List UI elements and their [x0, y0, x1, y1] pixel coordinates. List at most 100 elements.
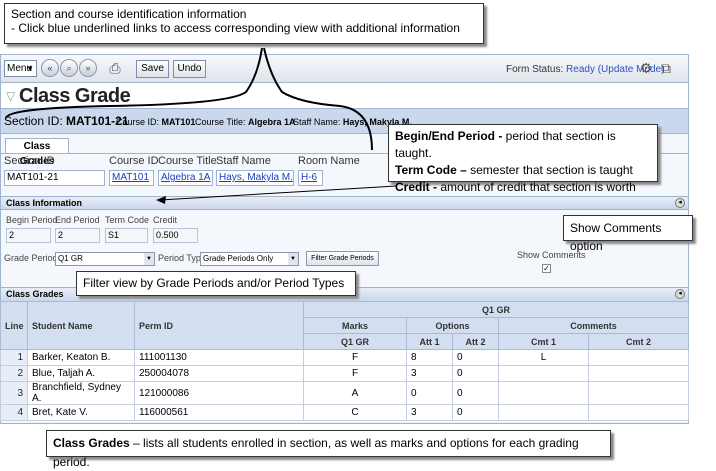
grade-periods-value: Q1 GR	[58, 254, 83, 263]
mark-cell[interactable]: C	[303, 404, 407, 421]
cmt2-cell[interactable]	[587, 365, 690, 382]
sub-att2-header[interactable]: Att 2	[452, 333, 499, 350]
collapse-icon[interactable]: ◂	[675, 198, 685, 208]
cmt1-cell[interactable]	[498, 365, 589, 382]
menu-dropdown[interactable]: Menu ▼	[4, 60, 37, 77]
tab-class-grades[interactable]: Class Grades	[5, 138, 69, 167]
att1-cell[interactable]: 3	[406, 404, 453, 421]
section-id-summary-label: Section ID:	[4, 114, 63, 128]
mark-cell[interactable]: A	[303, 381, 407, 405]
perm-id: 121000086	[134, 381, 304, 405]
class-grades-callout-label: Class Grades	[53, 436, 130, 450]
cmt2-cell[interactable]	[587, 381, 690, 405]
staff-name-link[interactable]: Hays, Makyla M.	[216, 170, 294, 186]
att2-cell[interactable]: 0	[452, 365, 499, 382]
table-row[interactable]: 1 Barker, Keaton B. 111001130 F 8 0 L	[0, 349, 690, 366]
col-perm-header[interactable]: Perm ID	[134, 301, 304, 350]
course-title-label: Course Title	[158, 155, 217, 167]
sub-cmt2-header[interactable]: Cmt 2	[587, 333, 690, 350]
term-code-label: Term Code	[105, 215, 150, 225]
course-title-summary-value: Algebra 1A	[248, 117, 296, 127]
title-row: ▽ Class Grade	[1, 84, 688, 108]
toolbar: Menu ▼ « ⌕ » ⎙ Save Undo Form Status: Re…	[1, 55, 688, 83]
col-student-header[interactable]: Student Name	[27, 301, 135, 350]
credit-label: Credit	[153, 215, 178, 225]
filter-icon[interactable]: ▽	[6, 89, 15, 103]
perm-id: 111001130	[134, 349, 304, 366]
window-icon[interactable]: ⧉	[657, 59, 675, 78]
options-header: Options	[406, 317, 499, 334]
cmt2-cell[interactable]	[587, 349, 690, 366]
table-row[interactable]: 2 Blue, Taljah A. 250004078 F 3 0	[0, 365, 690, 382]
end-period-label: End Period	[55, 215, 100, 225]
chevron-down-icon: ▼	[26, 64, 34, 73]
marks-header: Marks	[303, 317, 407, 334]
staff-name-summary-label: Staff Name:	[293, 117, 341, 127]
att1-cell[interactable]: 8	[406, 349, 453, 366]
sub-cmt1-header[interactable]: Cmt 1	[498, 333, 589, 350]
end-period-field: 2	[55, 228, 100, 243]
term-callout-text: semester that section is taught	[466, 163, 633, 177]
cmt1-cell[interactable]: L	[498, 349, 589, 366]
begin-period-field: 2	[6, 228, 51, 243]
collapse-icon[interactable]: ◂	[675, 289, 685, 299]
period-callout-label: Begin/End Period -	[395, 129, 503, 143]
att1-cell[interactable]: 0	[406, 381, 453, 405]
course-id-summary-value: MAT101	[161, 117, 196, 127]
previous-record-icon[interactable]: «	[41, 59, 59, 77]
table-row[interactable]: 3 Branchfield, Sydney A. 121000086 A 0 0	[0, 381, 690, 405]
sub-mark-header[interactable]: Q1 GR	[303, 333, 407, 350]
grade-periods-label: Grade Periods	[4, 253, 63, 263]
chevron-down-icon: ▼	[144, 253, 154, 265]
settings-icon[interactable]: ⚙	[637, 59, 655, 78]
credit-field: 0.500	[153, 228, 198, 243]
search-icon[interactable]: ⌕	[60, 59, 78, 77]
period-type-label: Period Type	[158, 253, 206, 263]
course-id-link[interactable]: MAT101	[109, 170, 154, 186]
section-id-label: Section ID	[4, 155, 55, 167]
table-row[interactable]: 4 Bret, Kate V. 116000561 C 3 0	[0, 404, 690, 421]
row-line: 4	[0, 404, 28, 421]
staff-name-label: Staff Name	[216, 155, 271, 167]
filter-callout: Filter view by Grade Periods and/or Peri…	[76, 271, 356, 296]
course-id-summary-label: Course ID:	[116, 117, 160, 127]
cmt1-cell[interactable]	[498, 381, 589, 405]
student-name[interactable]: Barker, Keaton B.	[27, 349, 135, 366]
page-title: Class Grade	[19, 85, 131, 107]
att2-cell[interactable]: 0	[452, 404, 499, 421]
chevron-down-icon: ▼	[288, 253, 298, 265]
term-code-field: S1	[105, 228, 148, 243]
class-information-header: Class Information ◂	[1, 196, 688, 210]
class-information-title: Class Information	[6, 198, 83, 208]
period-type-select[interactable]: Grade Periods Only ▼	[200, 252, 299, 266]
credit-callout-label: Credit -	[395, 180, 437, 194]
next-record-icon[interactable]: »	[79, 59, 97, 77]
section-id-field[interactable]: MAT101-21	[4, 170, 105, 186]
col-line-header[interactable]: Line	[0, 301, 28, 350]
cmt1-cell[interactable]	[498, 404, 589, 421]
att2-cell[interactable]: 0	[452, 381, 499, 405]
section-id-summary: Section ID: MAT101-21	[4, 114, 129, 128]
grade-periods-select[interactable]: Q1 GR ▼	[55, 252, 155, 266]
undo-button[interactable]: Undo	[173, 60, 206, 78]
form-status-label: Form Status:	[506, 64, 564, 75]
cmt2-cell[interactable]	[587, 404, 690, 421]
student-name[interactable]: Blue, Taljah A.	[27, 365, 135, 382]
student-name[interactable]: Bret, Kate V.	[27, 404, 135, 421]
course-title-link[interactable]: Algebra 1A	[158, 170, 213, 186]
print-icon[interactable]: ⎙	[106, 59, 124, 78]
att1-cell[interactable]: 3	[406, 365, 453, 382]
row-line: 3	[0, 381, 28, 405]
sub-att1-header[interactable]: Att 1	[406, 333, 453, 350]
show-comments-checkbox[interactable]: ✓	[542, 264, 551, 273]
mark-cell[interactable]: F	[303, 365, 407, 382]
period-type-value: Grade Periods Only	[203, 254, 274, 263]
filter-grade-periods-button[interactable]: Filter Grade Periods	[306, 251, 379, 266]
course-title-summary: Course Title: Algebra 1A	[195, 117, 296, 127]
student-name[interactable]: Branchfield, Sydney A.	[27, 381, 135, 405]
att2-cell[interactable]: 0	[452, 349, 499, 366]
room-name-link[interactable]: H-6	[298, 170, 323, 186]
begin-period-label: Begin Period	[6, 215, 58, 225]
mark-cell[interactable]: F	[303, 349, 407, 366]
save-button[interactable]: Save	[136, 60, 169, 78]
